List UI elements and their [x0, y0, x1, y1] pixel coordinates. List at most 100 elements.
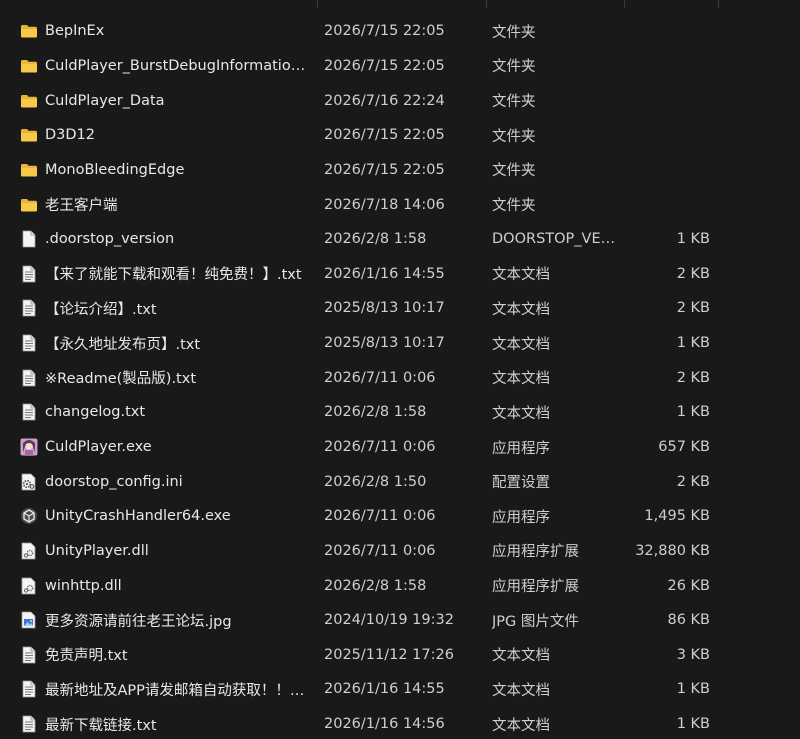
file-type: DOORSTOP_VER...: [492, 231, 620, 248]
file-type: JPG 图片文件: [492, 613, 579, 630]
file-name: .doorstop_version: [45, 231, 175, 248]
file-date-modified: 2026/2/8 1:58: [324, 577, 427, 594]
file-name: CuldPlayer_BurstDebugInformation_...: [45, 57, 307, 74]
file-type: 文本文档: [492, 267, 550, 284]
unity-icon: [20, 507, 38, 525]
file-size: 1 KB: [676, 231, 710, 248]
text-file-icon: [20, 646, 38, 664]
text-file-icon: [20, 403, 38, 421]
text-file-icon: [20, 715, 38, 733]
file-date-modified: 2026/7/11 0:06: [324, 542, 436, 559]
file-name: changelog.txt: [45, 404, 146, 421]
app-exe-icon: [20, 438, 38, 456]
folder-icon: [20, 57, 38, 75]
file-row[interactable]: 【永久地址发布页】.txt 2025/8/13 10:17 文本文档 1 KB: [0, 326, 800, 361]
file-row[interactable]: .doorstop_version 2026/2/8 1:58 DOORSTOP_V…: [0, 222, 800, 257]
file-type: 文件夹: [492, 24, 536, 41]
file-name: CuldPlayer.exe: [45, 439, 152, 455]
file-row[interactable]: 更多资源请前往老王论坛.jpg 2024/10/19 19:32 JPG 图片文件 8…: [0, 603, 800, 638]
file-name: 【永久地址发布页】.txt: [45, 336, 201, 353]
file-name: winhttp.dll: [45, 577, 122, 594]
file-row[interactable]: CuldPlayer_BurstDebugInformation_... 2026…: [0, 49, 800, 84]
file-size: 1 KB: [676, 681, 710, 698]
folder-icon: [20, 92, 38, 110]
file-type: 文本文档: [492, 648, 550, 665]
file-date-modified: 2026/1/16 14:55: [324, 681, 445, 698]
file-type: 配置设置: [492, 475, 550, 492]
file-type: 文件夹: [492, 59, 536, 76]
file-name: doorstop_config.ini: [45, 473, 183, 490]
file-name: D3D12: [45, 127, 96, 144]
file-name: BepInEx: [45, 23, 105, 40]
file-row[interactable]: D3D12 2026/7/15 22:05 文件夹: [0, 118, 800, 153]
file-size: 3 KB: [676, 646, 710, 663]
file-type: 文件夹: [492, 128, 536, 145]
file-row[interactable]: CuldPlayer.exe 2026/7/11 0:06 应用程序 657 KB: [0, 430, 800, 465]
file-date-modified: 2026/7/15 22:05: [324, 57, 445, 74]
file-row[interactable]: CuldPlayer_Data 2026/7/16 22:24 文件夹: [0, 83, 800, 118]
file-row[interactable]: UnityCrashHandler64.exe 2026/7/11 0:06 应用程…: [0, 499, 800, 534]
file-row[interactable]: 【论坛介绍】.txt 2025/8/13 10:17 文本文档 2 KB: [0, 291, 800, 326]
file-name: 最新下载链接.txt: [45, 717, 157, 734]
file-type: 应用程序扩展: [492, 544, 579, 561]
config-file-icon: [20, 473, 38, 491]
file-name: MonoBleedingEdge: [45, 161, 185, 178]
file-type: 文本文档: [492, 371, 550, 388]
file-size: 2 KB: [676, 473, 710, 490]
file-size: 1,495 KB: [644, 508, 710, 525]
file-size: 1 KB: [676, 716, 710, 733]
file-date-modified: 2026/7/11 0:06: [324, 369, 436, 386]
text-file-icon: [20, 299, 38, 317]
dll-file-icon: [20, 542, 38, 560]
file-date-modified: 2026/7/16 22:24: [324, 92, 445, 109]
folder-icon: [20, 196, 38, 214]
file-row[interactable]: BepInEx 2026/7/15 22:05 文件夹: [0, 14, 800, 49]
file-row[interactable]: 老王客户端 2026/7/18 14:06 文件夹: [0, 187, 800, 222]
file-name: 【论坛介绍】.txt: [45, 301, 157, 318]
file-row[interactable]: UnityPlayer.dll 2026/7/11 0:06 应用程序扩展 32,88…: [0, 534, 800, 569]
folder-icon: [20, 126, 38, 144]
file-type: 文件夹: [492, 198, 536, 215]
file-date-modified: 2026/1/16 14:56: [324, 716, 445, 733]
file-type: 应用程序: [492, 440, 550, 457]
file-type: 文件夹: [492, 163, 536, 180]
file-date-modified: 2025/8/13 10:17: [324, 335, 445, 352]
file-type: 文本文档: [492, 301, 550, 318]
file-row[interactable]: doorstop_config.ini 2026/2/8 1:50 配置设置 2 KB: [0, 464, 800, 499]
file-row[interactable]: 最新地址及APP请发邮箱自动获取！！！... 2026/1/16 14:55 文本文…: [0, 672, 800, 707]
file-date-modified: 2024/10/19 19:32: [324, 612, 454, 629]
folder-icon: [20, 22, 38, 40]
image-file-icon: [20, 611, 38, 629]
file-row[interactable]: winhttp.dll 2026/2/8 1:58 应用程序扩展 26 KB: [0, 568, 800, 603]
file-list: BepInEx 2026/7/15 22:05 文件夹 CuldPlayer_Burs…: [0, 14, 800, 739]
file-type: 应用程序: [492, 509, 550, 526]
text-file-icon: [20, 680, 38, 698]
dll-file-icon: [20, 577, 38, 595]
file-date-modified: 2026/7/15 22:05: [324, 23, 445, 40]
file-row[interactable]: 最新下载链接.txt 2026/1/16 14:56 文本文档 1 KB: [0, 707, 800, 739]
file-row[interactable]: changelog.txt 2026/2/8 1:58 文本文档 1 KB: [0, 395, 800, 430]
file-date-modified: 2026/2/8 1:50: [324, 473, 427, 490]
file-name: 最新地址及APP请发邮箱自动获取！！！...: [45, 682, 307, 699]
file-type: 文本文档: [492, 336, 550, 353]
file-row[interactable]: ※Readme(製品版).txt 2026/7/11 0:06 文本文档 2 KB: [0, 360, 800, 395]
file-type: 文本文档: [492, 682, 550, 699]
file-explorer: BepInEx 2026/7/15 22:05 文件夹 CuldPlayer_Burs…: [0, 0, 800, 739]
file-row[interactable]: 【来了就能下载和观看！纯免费！】.txt 2026/1/16 14:55 文本文档 2…: [0, 256, 800, 291]
blank-file-icon: [20, 230, 38, 248]
file-name: UnityPlayer.dll: [45, 542, 149, 559]
column-divider[interactable]: [718, 0, 719, 8]
file-row[interactable]: 免责声明.txt 2025/11/12 17:26 文本文档 3 KB: [0, 638, 800, 673]
file-size: 2 KB: [676, 369, 710, 386]
file-date-modified: 2026/2/8 1:58: [324, 231, 427, 248]
file-date-modified: 2025/11/12 17:26: [324, 646, 454, 663]
column-divider[interactable]: [317, 0, 318, 8]
file-date-modified: 2026/7/15 22:05: [324, 161, 445, 178]
file-name: 更多资源请前往老王论坛.jpg: [45, 613, 232, 630]
text-file-icon: [20, 369, 38, 387]
file-row[interactable]: MonoBleedingEdge 2026/7/15 22:05 文件夹: [0, 153, 800, 188]
column-divider[interactable]: [624, 0, 625, 8]
text-file-icon: [20, 265, 38, 283]
column-divider[interactable]: [486, 0, 487, 8]
folder-icon: [20, 161, 38, 179]
